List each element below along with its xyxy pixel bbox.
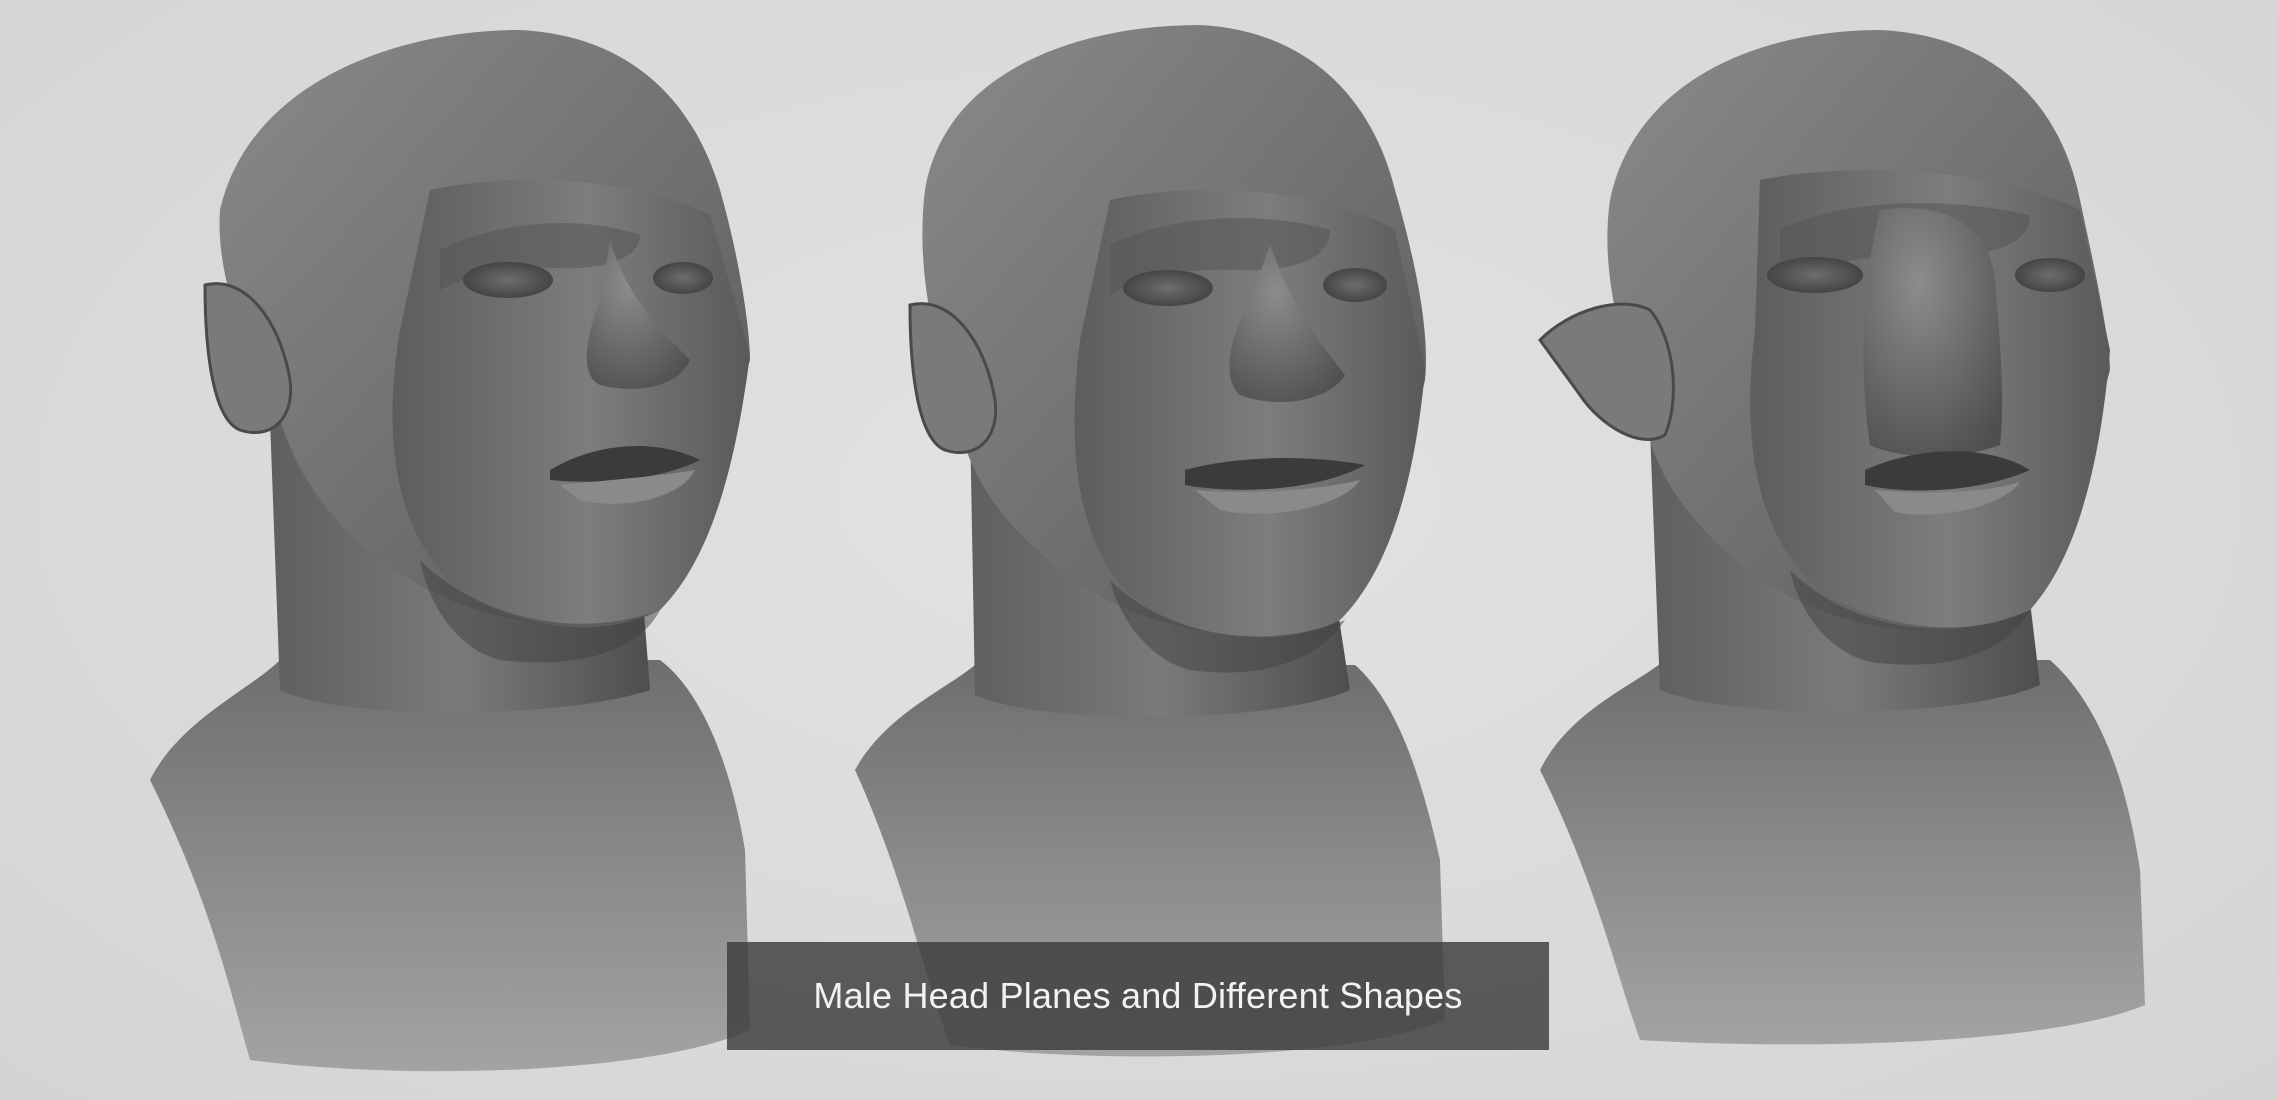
stylized-head-bust-left [150, 30, 750, 1072]
caption-title: Male Head Planes and Different Shapes [813, 975, 1463, 1016]
creature-head-bust-right [1538, 30, 2145, 1045]
sculpt-render [150, 25, 2145, 1072]
caption-banner: Male Head Planes and Different Shapes [727, 942, 1549, 1050]
artwork-canvas: Male Head Planes and Different Shapes [0, 0, 2277, 1100]
stylized-head-bust-middle [855, 25, 1445, 1057]
